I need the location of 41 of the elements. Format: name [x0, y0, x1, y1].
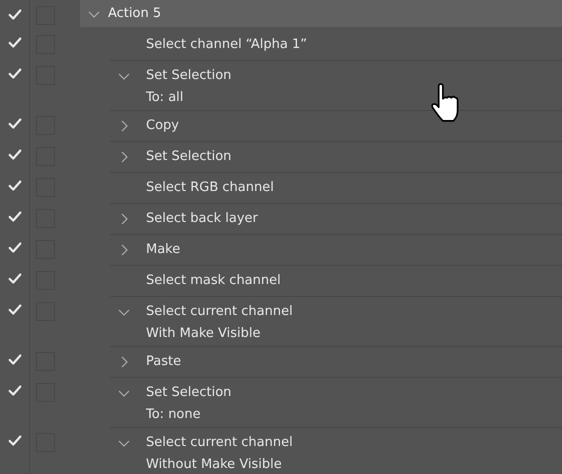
step-row[interactable]: Select current channel Without Make Visible: [110, 428, 562, 474]
check-icon[interactable]: [8, 384, 22, 398]
step-row[interactable]: Set Selection To: none: [110, 378, 562, 428]
step-label: Select RGB channel: [146, 179, 274, 198]
step-row[interactable]: Paste: [110, 347, 562, 378]
check-icon[interactable]: [8, 117, 22, 131]
check-icon[interactable]: [8, 303, 22, 317]
step-row[interactable]: Select current channel With Make Visible: [110, 297, 562, 347]
step-label: Paste: [146, 353, 182, 372]
check-icon[interactable]: [8, 272, 22, 286]
step-label: Copy: [146, 117, 179, 136]
step-detail: Without Make Visible: [146, 456, 282, 474]
step-detail: To: none: [146, 406, 201, 424]
check-icon[interactable]: [8, 8, 22, 22]
step-detail: With Make Visible: [146, 324, 260, 343]
check-icon[interactable]: [8, 241, 22, 255]
step-label: Select current channel: [146, 303, 293, 322]
check-icon[interactable]: [8, 36, 22, 50]
step-detail: To: all: [146, 88, 184, 107]
step-label: Select channel “Alpha 1”: [146, 36, 307, 54]
step-row[interactable]: Select back layer: [110, 204, 562, 235]
step-row[interactable]: Select mask channel: [110, 266, 562, 297]
step-label: Set Selection: [146, 384, 232, 402]
step-row[interactable]: Set Selection: [110, 142, 562, 173]
step-row[interactable]: Make: [110, 235, 562, 266]
step-row[interactable]: Select RGB channel: [110, 173, 562, 204]
check-icon[interactable]: [8, 434, 22, 448]
check-icon[interactable]: [8, 210, 22, 224]
step-label: Make: [146, 241, 180, 260]
check-icon[interactable]: [8, 179, 22, 193]
step-label: Select current channel: [146, 434, 293, 452]
step-label: Set Selection: [146, 67, 232, 86]
action-row[interactable]: Action 5: [80, 0, 562, 27]
step-label: Select mask channel: [146, 272, 281, 290]
action-name: Action 5: [108, 4, 162, 23]
check-icon[interactable]: [8, 67, 22, 81]
step-row[interactable]: Select channel “Alpha 1”: [110, 30, 562, 61]
check-icon[interactable]: [8, 148, 22, 162]
step-label: Set Selection: [146, 148, 232, 166]
step-label: Select back layer: [146, 210, 258, 228]
check-icon[interactable]: [8, 353, 22, 367]
